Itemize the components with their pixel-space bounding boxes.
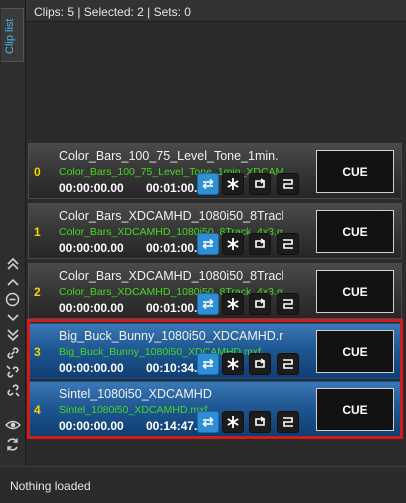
clip-row[interactable]: 2 Color_Bars_XDCAMHD_1080i50_8Track Colo… — [28, 263, 402, 319]
clip-name: Sintel_1080i50_XDCAMHD — [59, 387, 212, 401]
scroll-up-icon[interactable] — [3, 274, 22, 290]
clip-index: 1 — [34, 225, 41, 239]
load-status: Nothing loaded — [10, 479, 91, 493]
repeat-icon[interactable] — [249, 293, 271, 315]
clip-duration: 00:14:47.00 — [146, 419, 202, 433]
clip-index: 4 — [34, 403, 41, 417]
clip-duration: 00:01:00.00 — [146, 301, 202, 315]
segment-icon[interactable] — [277, 353, 299, 375]
clip-name: Color_Bars_XDCAMHD_1080i50_8Track — [59, 269, 283, 283]
clip-duration: 00:01:00.00 — [146, 181, 202, 195]
tab-clip-list-label: Clip list — [4, 18, 16, 54]
clip-row[interactable]: 1 Color_Bars_XDCAMHD_1080i50_8Track Colo… — [28, 203, 402, 259]
freeze-icon[interactable] — [222, 173, 244, 195]
clip-timecode-in: 00:00:00.00 — [59, 301, 124, 315]
link-off-icon[interactable] — [3, 382, 22, 398]
loop-toggle-icon[interactable] — [197, 233, 219, 255]
unlink-icon[interactable] — [3, 364, 22, 380]
scroll-down-icon[interactable] — [3, 310, 22, 326]
clip-count-status: Clips: 5 | Selected: 2 | Sets: 0 — [34, 5, 191, 19]
clip-index: 0 — [34, 165, 41, 179]
scroll-bottom-icon[interactable] — [3, 327, 22, 343]
clip-timecode-in: 00:00:00.00 — [59, 419, 124, 433]
clip-duration: 00:10:34.12 — [146, 361, 202, 375]
clip-row[interactable]: 4 Sintel_1080i50_XDCAMHD Sintel_1080i50_… — [28, 381, 402, 437]
remove-icon[interactable] — [3, 291, 22, 307]
freeze-icon[interactable] — [222, 411, 244, 433]
cue-button[interactable]: CUE — [316, 150, 394, 193]
loop-toggle-icon[interactable] — [197, 173, 219, 195]
refresh-icon[interactable] — [3, 436, 22, 452]
clip-timecode-in: 00:00:00.00 — [59, 241, 124, 255]
clip-name: Color_Bars_100_75_Level_Tone_1min. — [59, 149, 279, 163]
segment-icon[interactable] — [277, 233, 299, 255]
repeat-icon[interactable] — [249, 353, 271, 375]
clip-list: 0 Color_Bars_100_75_Level_Tone_1min. Col… — [27, 22, 406, 466]
repeat-icon[interactable] — [249, 233, 271, 255]
side-toolbar: Clip list — [0, 0, 26, 466]
freeze-icon[interactable] — [222, 233, 244, 255]
status-header: Clips: 5 | Selected: 2 | Sets: 0 — [0, 0, 406, 22]
loop-toggle-icon[interactable] — [197, 353, 219, 375]
scroll-top-icon[interactable] — [3, 256, 22, 272]
loop-toggle-icon[interactable] — [197, 411, 219, 433]
cue-button[interactable]: CUE — [316, 270, 394, 313]
status-bar: Nothing loaded — [0, 466, 406, 503]
freeze-icon[interactable] — [222, 353, 244, 375]
segment-icon[interactable] — [277, 411, 299, 433]
tab-clip-list[interactable]: Clip list — [1, 8, 24, 62]
loop-toggle-icon[interactable] — [197, 293, 219, 315]
freeze-icon[interactable] — [222, 293, 244, 315]
clip-index: 3 — [34, 345, 41, 359]
clip-row[interactable]: 0 Color_Bars_100_75_Level_Tone_1min. Col… — [28, 143, 402, 199]
segment-icon[interactable] — [277, 173, 299, 195]
clip-name: Color_Bars_XDCAMHD_1080i50_8Track — [59, 209, 283, 223]
repeat-icon[interactable] — [249, 173, 271, 195]
cue-button[interactable]: CUE — [316, 388, 394, 431]
cue-button[interactable]: CUE — [316, 330, 394, 373]
clip-index: 2 — [34, 285, 41, 299]
clip-name: Big_Buck_Bunny_1080i50_XDCAMHD.m — [59, 329, 283, 343]
clip-row[interactable]: 3 Big_Buck_Bunny_1080i50_XDCAMHD.m Big_B… — [28, 323, 402, 379]
clip-timecode-in: 00:00:00.00 — [59, 361, 124, 375]
repeat-icon[interactable] — [249, 411, 271, 433]
clip-timecode-in: 00:00:00.00 — [59, 181, 124, 195]
cue-button[interactable]: CUE — [316, 210, 394, 253]
eye-icon[interactable] — [3, 417, 22, 433]
link-icon[interactable] — [3, 345, 22, 361]
segment-icon[interactable] — [277, 293, 299, 315]
clip-duration: 00:01:00.00 — [146, 241, 202, 255]
